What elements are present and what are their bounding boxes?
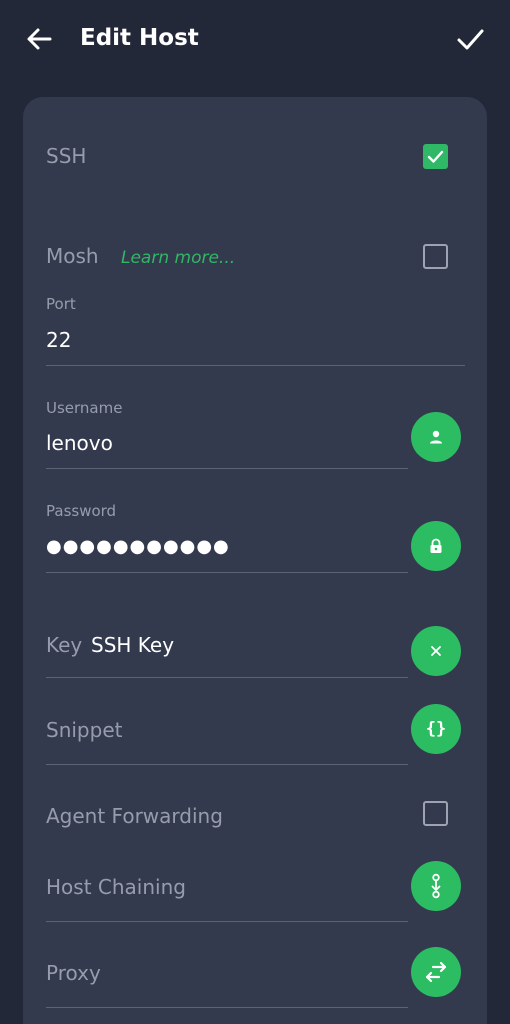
learn-more-link[interactable]: Learn more... xyxy=(121,246,235,270)
back-button[interactable] xyxy=(22,22,56,56)
key-label: Key xyxy=(46,633,83,657)
key-underline xyxy=(46,677,408,678)
top-bar: Edit Host xyxy=(0,0,510,76)
chain-icon xyxy=(431,873,441,899)
password-label: Password xyxy=(46,502,117,520)
person-icon xyxy=(430,430,442,444)
snippet-underline xyxy=(46,764,408,765)
host-chaining-button[interactable] xyxy=(411,861,461,911)
arrow-left-icon xyxy=(27,28,52,50)
select-identity-button[interactable] xyxy=(411,412,461,462)
close-icon xyxy=(431,646,441,656)
proxy-button[interactable] xyxy=(411,947,461,997)
key-value[interactable]: SSH Key xyxy=(91,632,174,658)
checkmark-icon xyxy=(457,29,484,50)
remove-key-button[interactable] xyxy=(411,626,461,676)
port-label: Port xyxy=(46,295,76,313)
proxy-label: Proxy xyxy=(46,961,101,985)
swap-arrows-icon xyxy=(425,961,447,983)
save-button[interactable] xyxy=(453,22,487,56)
port-input[interactable]: 22 xyxy=(46,327,71,353)
snippet-button[interactable]: {} xyxy=(411,704,461,754)
mosh-checkbox[interactable] xyxy=(423,244,448,269)
username-input[interactable]: lenovo xyxy=(46,430,113,456)
page-title: Edit Host xyxy=(80,25,199,51)
port-underline xyxy=(46,365,465,366)
password-underline xyxy=(46,572,408,573)
proxy-underline xyxy=(46,1007,408,1008)
username-underline xyxy=(46,468,408,469)
ssh-checkbox[interactable] xyxy=(423,144,448,169)
host-settings-card: SSH Mosh Learn more... Port 22 Username … xyxy=(23,97,487,1024)
password-lock-button[interactable] xyxy=(411,521,461,571)
braces-icon: {} xyxy=(425,719,447,739)
lock-icon xyxy=(430,538,442,553)
snippet-label: Snippet xyxy=(46,718,123,742)
agent-forwarding-checkbox[interactable] xyxy=(423,801,448,826)
host-chaining-underline xyxy=(46,921,408,922)
username-label: Username xyxy=(46,399,123,417)
ssh-label: SSH xyxy=(46,144,87,168)
password-input[interactable]: ●●●●●●●●●●● xyxy=(46,534,230,560)
mosh-label: Mosh xyxy=(46,244,99,268)
agent-forwarding-label: Agent Forwarding xyxy=(46,804,223,828)
check-icon xyxy=(427,150,444,163)
host-chaining-label: Host Chaining xyxy=(46,875,186,899)
